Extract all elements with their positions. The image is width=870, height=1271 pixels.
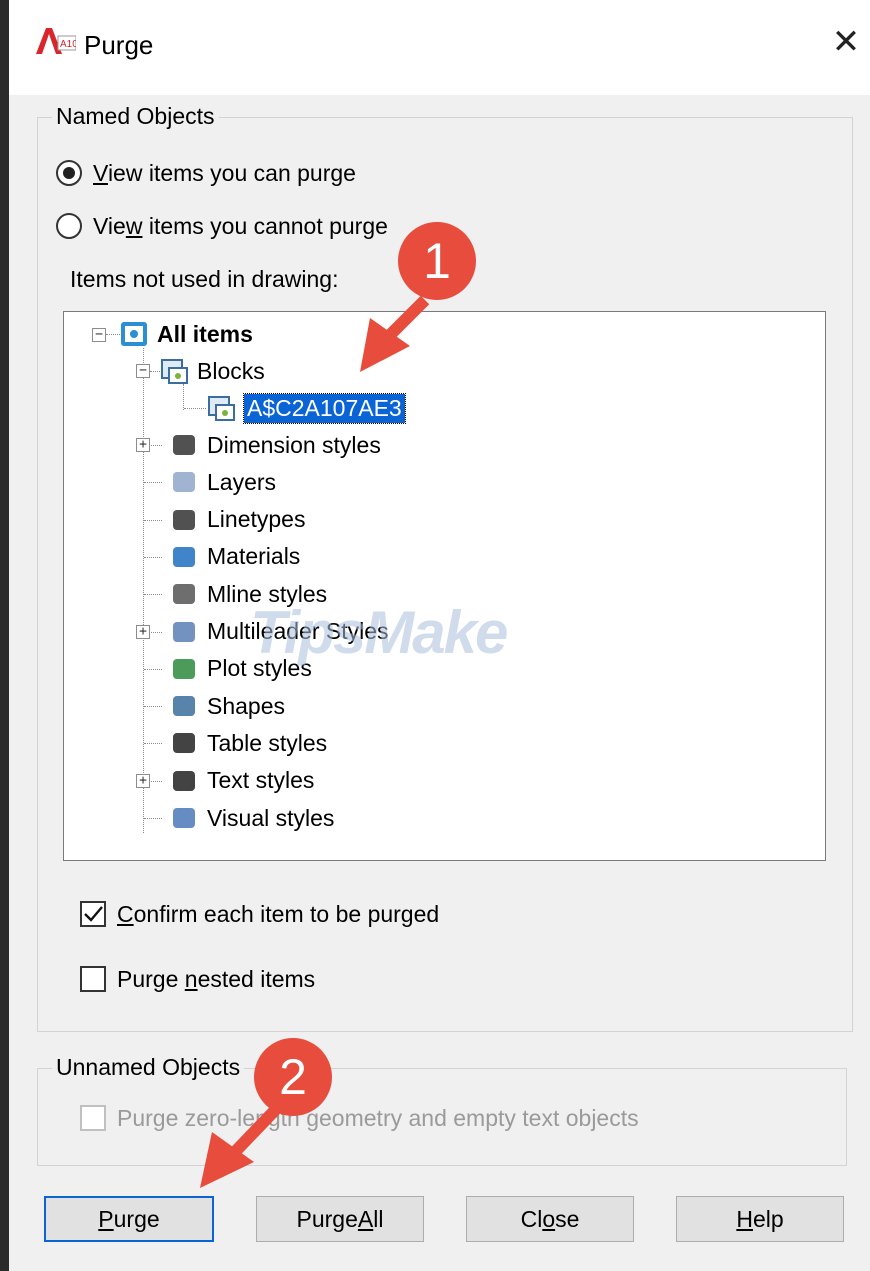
- arrow-2-shaft: [227, 1100, 285, 1160]
- purge-dialog: A10 Purge ✕ Named Objects View items you…: [0, 0, 870, 1271]
- annotation-arrows: [200, 295, 430, 1188]
- step-1-badge: 1: [398, 222, 476, 300]
- step-2-badge: 2: [254, 1038, 332, 1116]
